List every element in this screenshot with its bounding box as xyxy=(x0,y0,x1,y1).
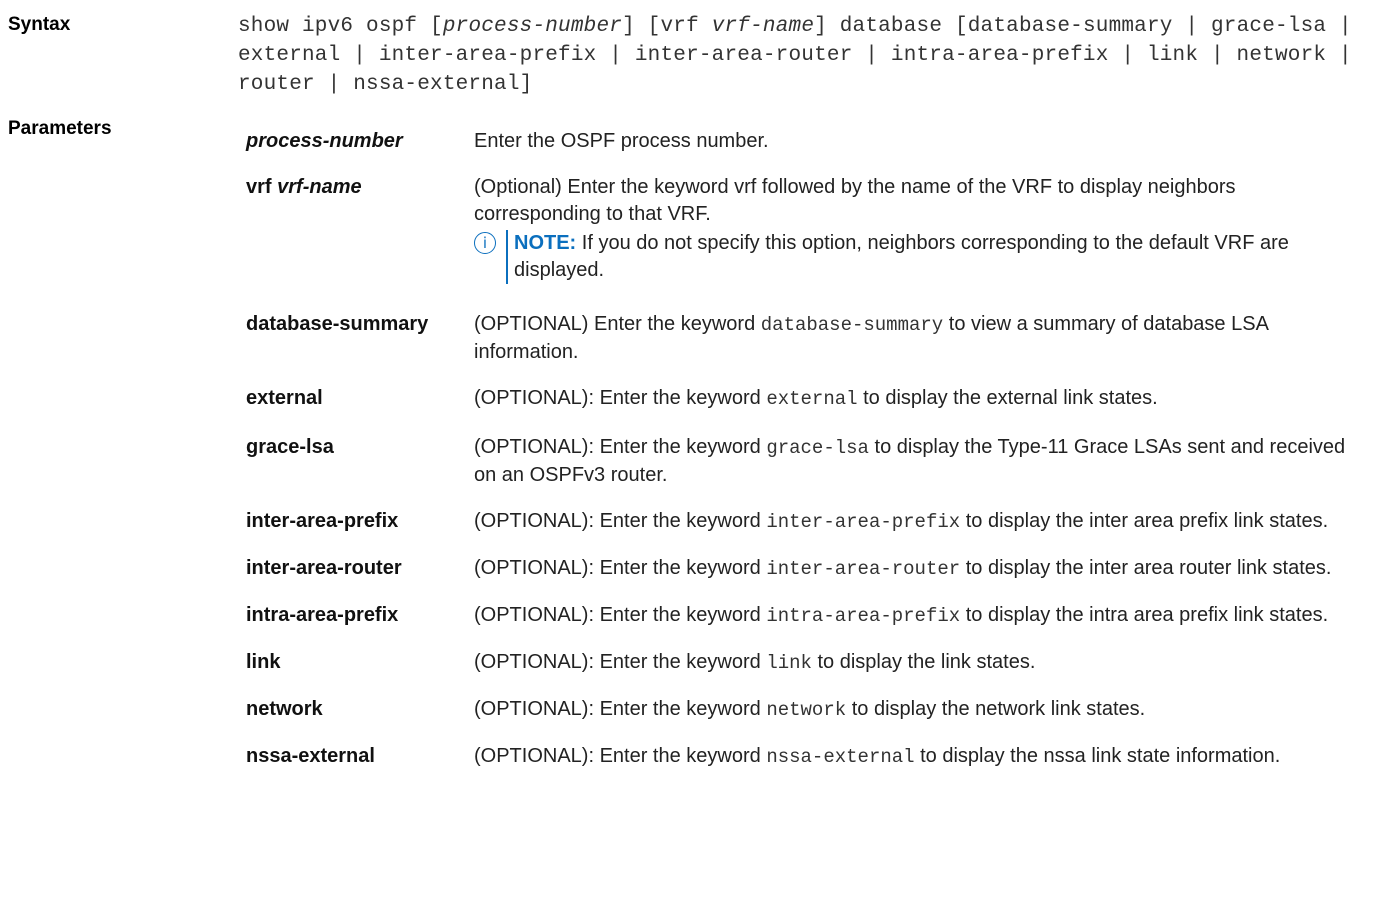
param-term: intra-area-prefix xyxy=(246,604,399,626)
desc-text: to display the network link states. xyxy=(846,698,1146,720)
syntax-command: show ipv6 ospf [process-number] [vrf vrf… xyxy=(238,12,1368,99)
desc-text: to display the inter area prefix link st… xyxy=(960,510,1329,532)
desc-text: to display the link states. xyxy=(811,651,1036,673)
param-desc: (OPTIONAL): Enter the keyword inter-area… xyxy=(474,508,1366,536)
param-row-intra-area-prefix: intra-area-prefix (OPTIONAL): Enter the k… xyxy=(246,602,1366,630)
note-text: If you do not specify this option, neigh… xyxy=(514,232,1289,281)
syntax-label: Syntax xyxy=(8,14,71,35)
desc-keyword: database-summary xyxy=(760,314,944,336)
param-row-external: external (OPTIONAL): Enter the keyword ex… xyxy=(246,385,1366,413)
vrf-desc-text: (Optional) Enter the keyword vrf followe… xyxy=(474,176,1236,225)
desc-text: (OPTIONAL): Enter the keyword xyxy=(474,436,767,458)
param-row-network: network (OPTIONAL): Enter the keyword net… xyxy=(246,696,1366,724)
desc-keyword: nssa-external xyxy=(766,746,915,768)
desc-text: (OPTIONAL): Enter the keyword xyxy=(474,604,767,626)
info-icon: i xyxy=(474,232,496,254)
param-row-inter-area-router: inter-area-router (OPTIONAL): Enter the k… xyxy=(246,555,1366,583)
param-desc: (OPTIONAL): Enter the keyword network to… xyxy=(474,696,1366,724)
desc-text: (OPTIONAL) Enter the keyword xyxy=(474,313,761,335)
param-row-database-summary: database-summary (OPTIONAL) Enter the key… xyxy=(246,311,1366,366)
param-term: database-summary xyxy=(246,313,429,335)
desc-keyword: inter-area-prefix xyxy=(766,511,961,533)
desc-text: (OPTIONAL): Enter the keyword xyxy=(474,387,767,409)
param-term: process-number xyxy=(246,130,403,152)
param-row-nssa-external: nssa-external (OPTIONAL): Enter the keywo… xyxy=(246,743,1366,771)
desc-text: (OPTIONAL): Enter the keyword xyxy=(474,651,767,673)
param-row-link: link (OPTIONAL): Enter the keyword link t… xyxy=(246,649,1366,677)
desc-keyword: link xyxy=(766,652,812,674)
desc-text: to display the nssa link state informati… xyxy=(914,745,1281,767)
param-row-vrf: vrf vrf-name (Optional) Enter the keywor… xyxy=(246,174,1366,284)
param-term: inter-area-prefix xyxy=(246,510,399,532)
desc-text: (OPTIONAL): Enter the keyword xyxy=(474,510,767,532)
param-term: inter-area-router xyxy=(246,557,402,579)
param-term: link xyxy=(246,651,281,673)
note-bar xyxy=(506,230,508,284)
param-desc: (OPTIONAL): Enter the keyword external t… xyxy=(474,385,1366,413)
param-row-grace-lsa: grace-lsa (OPTIONAL): Enter the keyword g… xyxy=(246,434,1366,489)
param-desc: (OPTIONAL): Enter the keyword grace-lsa … xyxy=(474,434,1366,489)
param-desc: (Optional) Enter the keyword vrf followe… xyxy=(474,174,1366,284)
param-desc: (OPTIONAL): Enter the keyword nssa-exter… xyxy=(474,743,1366,771)
param-term: external xyxy=(246,387,323,409)
desc-text: (OPTIONAL): Enter the keyword xyxy=(474,698,767,720)
desc-text: (OPTIONAL): Enter the keyword xyxy=(474,745,767,767)
desc-text: (OPTIONAL): Enter the keyword xyxy=(474,557,767,579)
param-rows: database-summary (OPTIONAL) Enter the key… xyxy=(246,311,1366,771)
parameters-label: Parameters xyxy=(8,118,112,139)
param-desc: Enter the OSPF process number. xyxy=(474,130,769,152)
desc-keyword: inter-area-router xyxy=(766,558,961,580)
syntax-prefix: show ipv6 ospf [ xyxy=(238,15,443,38)
param-term: vrf vrf-name xyxy=(246,176,362,198)
desc-keyword: intra-area-prefix xyxy=(766,605,961,627)
parameters-list: process-number Enter the OSPF process nu… xyxy=(246,128,1366,771)
param-term: nssa-external xyxy=(246,745,375,767)
param-row-inter-area-prefix: inter-area-prefix (OPTIONAL): Enter the k… xyxy=(246,508,1366,536)
desc-keyword: network xyxy=(766,699,847,721)
param-desc: (OPTIONAL): Enter the keyword inter-area… xyxy=(474,555,1366,583)
param-desc: (OPTIONAL) Enter the keyword database-su… xyxy=(474,311,1366,366)
desc-text: to display the intra area prefix link st… xyxy=(960,604,1329,626)
note-block: i NOTE: If you do not specify this optio… xyxy=(474,230,1366,284)
desc-keyword: external xyxy=(766,388,858,410)
param-term: grace-lsa xyxy=(246,436,334,458)
desc-keyword: grace-lsa xyxy=(766,437,869,459)
param-row-process-number: process-number Enter the OSPF process nu… xyxy=(246,128,1366,155)
desc-text: to display the inter area router link st… xyxy=(960,557,1332,579)
param-desc: (OPTIONAL): Enter the keyword intra-area… xyxy=(474,602,1366,630)
note-label: NOTE: xyxy=(514,232,577,254)
param-term: network xyxy=(246,698,323,720)
desc-text: to display the external link states. xyxy=(857,387,1158,409)
param-desc: (OPTIONAL): Enter the keyword link to di… xyxy=(474,649,1366,677)
syntax-mid: ] [vrf xyxy=(622,15,712,38)
syntax-arg-process-number: process-number xyxy=(442,15,623,38)
syntax-arg-vrf-name: vrf-name xyxy=(711,15,815,38)
